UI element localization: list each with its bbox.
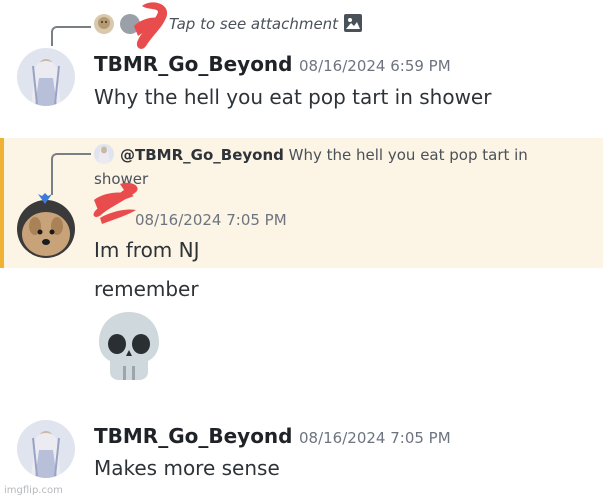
followup-message-text: remember bbox=[94, 277, 199, 301]
skull-icon[interactable] bbox=[96, 310, 162, 386]
reply-preview[interactable]: @TBMR_Go_Beyond Why the hell you eat pop… bbox=[120, 146, 528, 164]
reply-connector bbox=[51, 153, 91, 195]
reply-connector bbox=[51, 26, 91, 46]
timestamp: 08/16/2024 6:59 PM bbox=[299, 57, 451, 75]
username[interactable]: TBMR_Go_Beyond bbox=[94, 52, 293, 76]
reply-text: Why the hell you eat pop tart in bbox=[288, 146, 528, 164]
timestamp: 08/16/2024 7:05 PM bbox=[135, 211, 287, 229]
reply-avatar[interactable] bbox=[94, 14, 114, 34]
image-icon[interactable] bbox=[343, 13, 363, 37]
avatar[interactable] bbox=[17, 420, 75, 478]
timestamp: 08/16/2024 7:05 PM bbox=[299, 429, 451, 447]
message-text: Makes more sense bbox=[94, 456, 280, 480]
avatar-decoration-icon bbox=[36, 192, 54, 212]
highlight-bar bbox=[0, 138, 4, 268]
watermark: imgflip.com bbox=[4, 485, 63, 496]
reply-attachment-text[interactable]: Tap to see attachment bbox=[169, 15, 338, 33]
redaction-scribble bbox=[134, 2, 168, 49]
message-text: Im from NJ bbox=[94, 238, 200, 262]
reply-avatar[interactable] bbox=[94, 144, 114, 164]
message-text: Why the hell you eat pop tart in shower bbox=[94, 85, 492, 109]
avatar[interactable] bbox=[17, 48, 75, 106]
username[interactable]: TBMR_Go_Beyond bbox=[94, 424, 293, 448]
reply-mention[interactable]: @TBMR_Go_Beyond bbox=[120, 146, 284, 164]
